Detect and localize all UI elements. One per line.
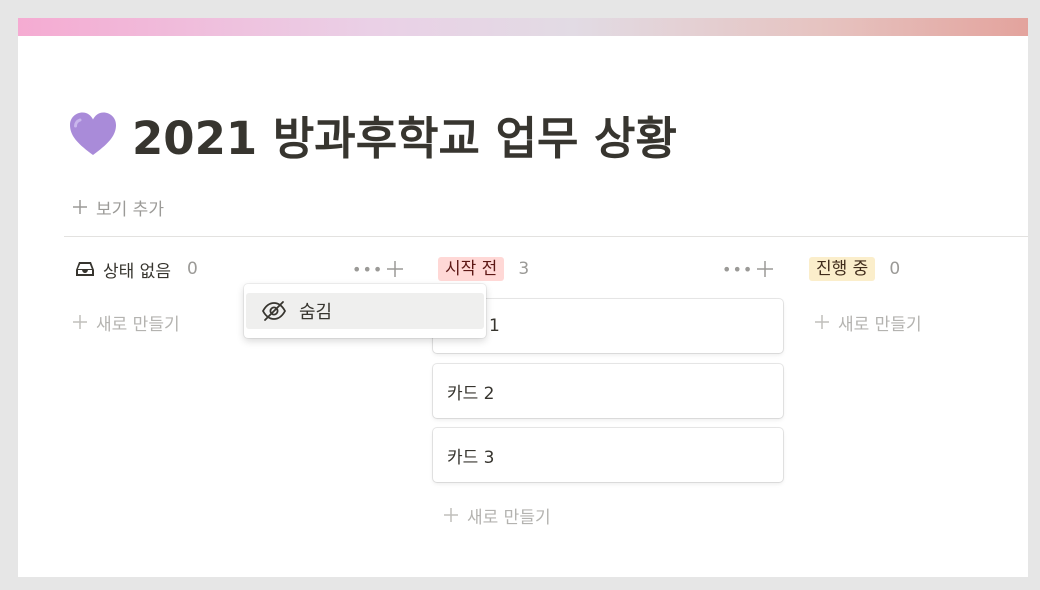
inbox-icon — [76, 262, 94, 276]
plus-icon — [73, 200, 87, 214]
add-card-icon[interactable] — [756, 260, 774, 278]
column-actions: ••• — [722, 259, 774, 279]
more-options-icon[interactable]: ••• — [722, 260, 752, 279]
status-tag: 진행 중 — [809, 257, 876, 281]
card[interactable]: 카드 2 — [433, 364, 783, 418]
column-header-no-status[interactable]: 상태 없음 0 — [75, 256, 198, 282]
plus-icon — [444, 508, 458, 522]
plus-icon — [73, 315, 87, 329]
new-card-label: 새로 만들기 — [96, 314, 180, 335]
hide-label: 숨김 — [299, 302, 333, 323]
page: 2021 방과후학교 업무 상황 보기 추가 상태 없음 0 ••• 새로 만들… — [18, 18, 1028, 577]
new-card-button[interactable]: 새로 만들기 — [443, 503, 551, 528]
card-title: 1 — [489, 316, 500, 336]
card-title: 카드 3 — [447, 447, 495, 468]
cover-banner[interactable] — [18, 18, 1028, 36]
new-card-label: 새로 만들기 — [467, 507, 551, 528]
add-view-label: 보기 추가 — [96, 199, 164, 220]
card[interactable]: 카드 3 — [433, 428, 783, 482]
plus-icon — [815, 315, 829, 329]
add-view-button[interactable]: 보기 추가 — [72, 195, 164, 220]
status-tag: 시작 전 — [438, 257, 505, 281]
column-header-not-started[interactable]: 시작 전 3 — [438, 256, 529, 282]
title-row: 2021 방과후학교 업무 상황 — [68, 102, 677, 166]
divider — [64, 236, 1028, 237]
new-card-button[interactable]: 새로 만들기 — [72, 310, 180, 335]
column-label: 상태 없음 — [103, 261, 171, 282]
column-count: 0 — [186, 259, 198, 279]
column-actions: ••• — [352, 259, 404, 279]
column-count: 0 — [889, 259, 901, 279]
column-header-in-progress[interactable]: 진행 중 0 — [809, 256, 900, 282]
new-card-button[interactable]: 새로 만들기 — [814, 310, 922, 335]
column-count: 3 — [518, 259, 530, 279]
new-card-label: 새로 만들기 — [838, 314, 922, 335]
add-card-icon[interactable] — [386, 260, 404, 278]
column-context-menu: 숨김 — [244, 284, 486, 338]
eye-off-icon — [261, 301, 287, 321]
card-title: 카드 2 — [447, 383, 495, 404]
purple-heart-icon[interactable] — [68, 111, 118, 157]
more-options-icon[interactable]: ••• — [352, 260, 382, 279]
hide-menu-item[interactable]: 숨김 — [246, 293, 484, 329]
page-title[interactable]: 2021 방과후학교 업무 상황 — [132, 102, 677, 167]
